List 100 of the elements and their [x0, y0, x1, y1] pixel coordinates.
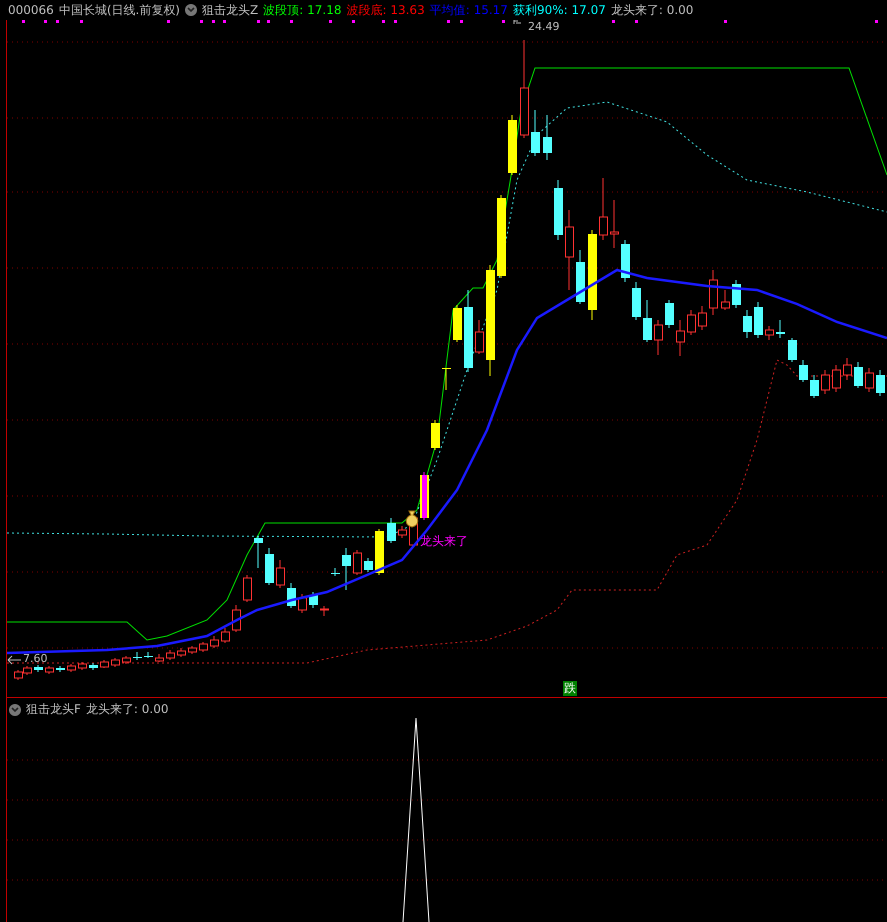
- candlestick: [265, 548, 274, 586]
- candlestick: [320, 606, 329, 616]
- candlestick: [776, 320, 785, 338]
- candlestick: [309, 592, 318, 608]
- tick-mark: [267, 20, 270, 23]
- candlestick: [788, 338, 797, 362]
- candlestick: [199, 642, 208, 652]
- candlestick: [56, 666, 65, 672]
- candlestick: [721, 290, 730, 310]
- candlestick: [133, 652, 142, 660]
- tick-mark: [290, 20, 293, 23]
- arrow-icon: [514, 20, 522, 24]
- candlestick: [342, 548, 351, 590]
- candlestick: [610, 200, 619, 248]
- stock-code: 000066: [8, 3, 54, 17]
- fall-marker: 跌: [563, 681, 577, 696]
- indicator-value: 获利90%: 17.07: [512, 2, 606, 18]
- tick-mark: [724, 20, 727, 23]
- candlestick: [431, 420, 440, 450]
- candlestick: [576, 250, 585, 304]
- indicator-name: 狙击龙头Z: [202, 2, 258, 18]
- candlestick: [453, 304, 462, 342]
- candlestick: [67, 664, 76, 672]
- candlestick: [854, 362, 863, 388]
- candlestick: [144, 652, 153, 658]
- candlestick: [221, 628, 230, 644]
- candlestick: [331, 568, 340, 576]
- candlestick: [78, 662, 87, 670]
- candlestick: [34, 664, 43, 672]
- indicator-value: 波段顶: 17.18: [263, 2, 342, 18]
- money-bag-icon: [406, 510, 418, 528]
- candlestick: [14, 670, 23, 680]
- candlestick: [832, 364, 841, 392]
- tick-mark: [223, 20, 226, 23]
- tick-mark: [875, 20, 878, 23]
- tick-mark: [80, 20, 83, 23]
- candlestick: [687, 310, 696, 336]
- candlestick: [155, 654, 164, 662]
- indicator-value: 平均值: 15.17: [430, 2, 508, 18]
- indicator-value: 波段底: 13.63: [346, 2, 425, 18]
- candlestick: [543, 114, 552, 160]
- candlestick: [276, 560, 285, 588]
- tick-mark: [257, 20, 260, 23]
- candlestick: [89, 662, 98, 670]
- candlestick: [398, 526, 407, 538]
- candlestick: [754, 302, 763, 338]
- candlestick: [353, 550, 362, 576]
- candlestick: [621, 240, 630, 282]
- tick-mark: [56, 20, 59, 23]
- candlestick: [475, 320, 484, 354]
- candlestick: [364, 558, 373, 572]
- indicator-value: 龙头来了: 0.00: [86, 701, 168, 718]
- dropdown-icon[interactable]: [9, 704, 21, 716]
- tick-mark: [352, 20, 355, 23]
- low-price-label: 7.60: [23, 652, 48, 665]
- candlestick: [743, 310, 752, 338]
- candlestick: [632, 282, 641, 320]
- candlestick: [420, 472, 429, 520]
- tick-mark: [612, 20, 615, 23]
- candlestick: [843, 358, 852, 380]
- candlestick: [23, 666, 32, 676]
- tick-mark: [460, 20, 463, 23]
- dropdown-icon[interactable]: [185, 4, 197, 16]
- candlestick: [442, 368, 451, 390]
- candlestick: [254, 536, 263, 568]
- tick-mark: [447, 20, 450, 23]
- candlestick: [676, 320, 685, 356]
- candlestick: [177, 648, 186, 658]
- candlestick: [810, 374, 819, 398]
- candlestick: [188, 646, 197, 654]
- high-price-label: 24.49: [528, 20, 560, 33]
- tick-mark: [212, 20, 215, 23]
- candlestick: [45, 666, 54, 674]
- candlestick: [698, 306, 707, 330]
- tick-mark: [382, 20, 385, 23]
- candlestick: [643, 300, 652, 342]
- indicator-value: 龙头来了: 0.00: [610, 2, 694, 18]
- candlestick: [665, 300, 674, 328]
- signal-label: 龙头来了: [420, 533, 468, 550]
- tick-mark: [394, 20, 397, 23]
- candlestick: [654, 320, 663, 356]
- candlestick: [599, 178, 608, 240]
- candlestick: [243, 574, 252, 602]
- stock-name: 中国长城(日线.前复权): [58, 2, 180, 18]
- tick-mark: [502, 20, 505, 23]
- tick-mark: [200, 20, 203, 23]
- candlestick: [531, 110, 540, 156]
- indicator-name: 狙击龙头F: [26, 701, 81, 718]
- candlestick: [298, 594, 307, 614]
- candlestick: [821, 370, 830, 394]
- tick-mark: [635, 20, 638, 23]
- candlestick: [876, 370, 885, 396]
- candlestick: [166, 650, 175, 660]
- candlestick: [554, 180, 563, 240]
- candlestick: [799, 360, 808, 382]
- candlestick: [508, 114, 517, 176]
- candlestick: [709, 270, 718, 316]
- candlestick: [865, 368, 874, 392]
- arrow-icon: [8, 656, 22, 664]
- tick-mark: [167, 20, 170, 23]
